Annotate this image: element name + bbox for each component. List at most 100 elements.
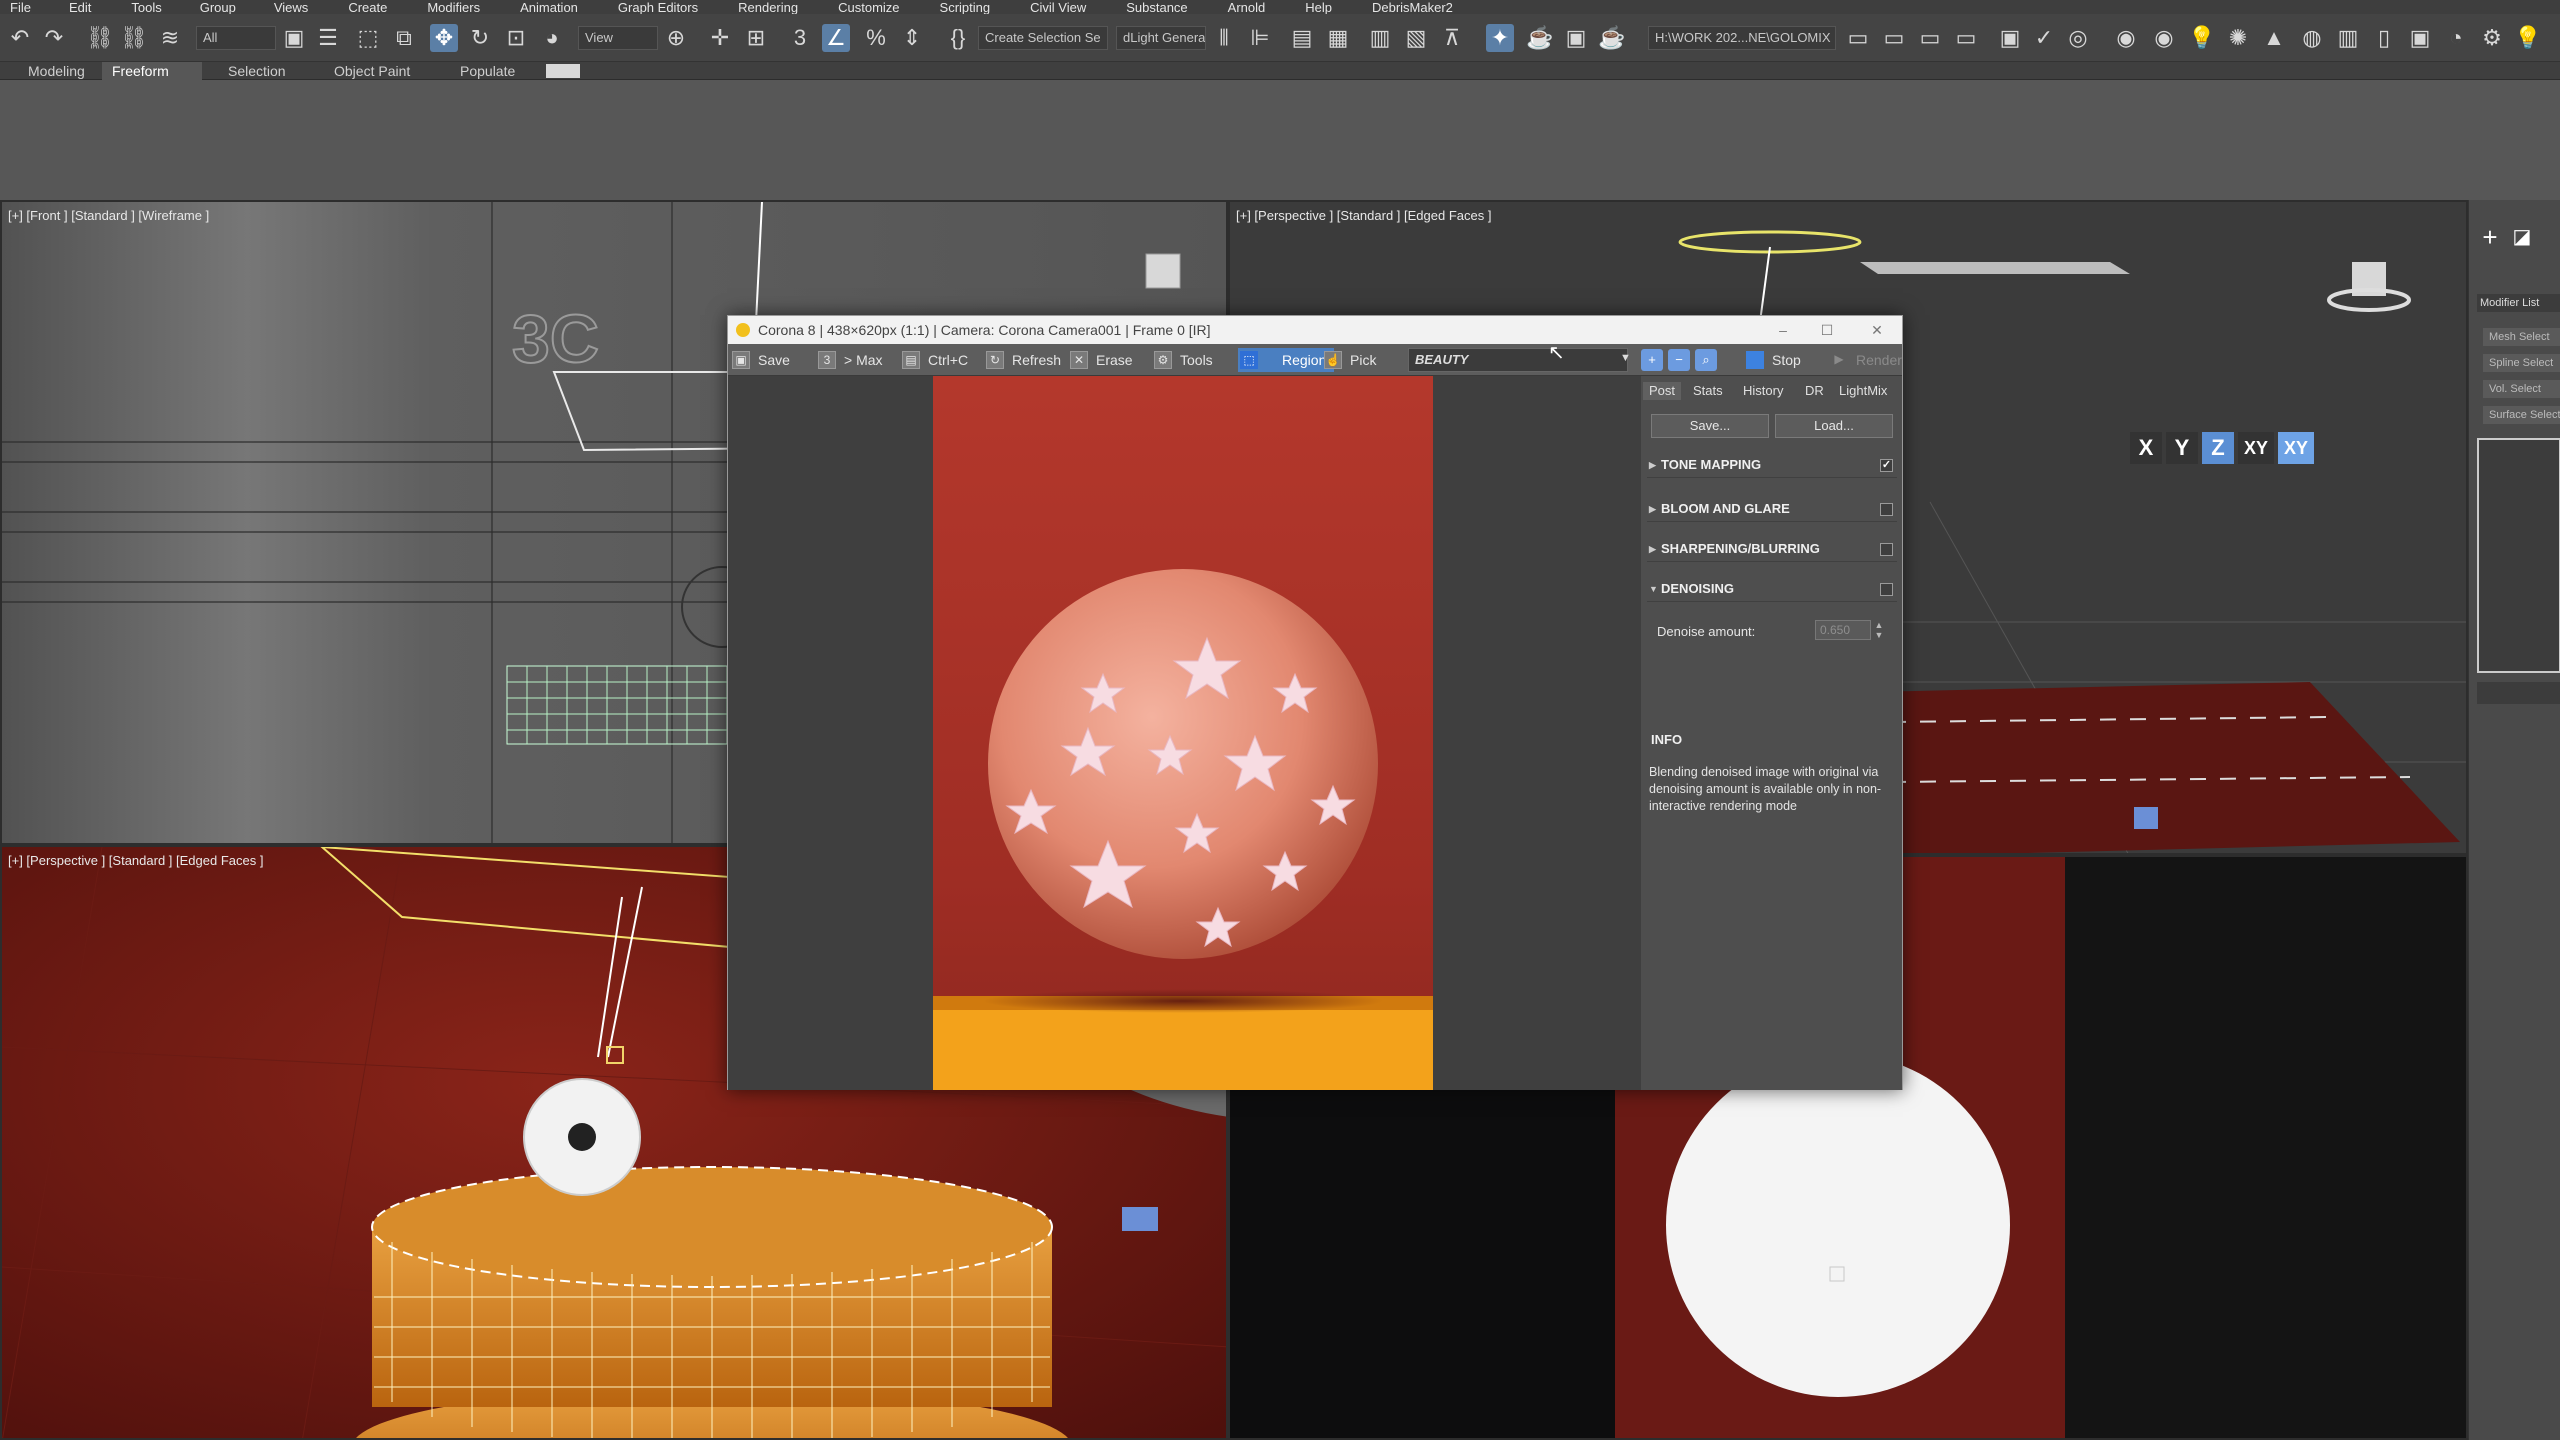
modifier-list-dropdown[interactable]: Modifier List: [2477, 294, 2560, 312]
vfb-save-button[interactable]: ▣ Save: [730, 348, 790, 372]
post-save-button[interactable]: Save...: [1651, 414, 1769, 438]
stack-controls[interactable]: [2477, 682, 2560, 704]
tab-populate[interactable]: Populate: [450, 62, 525, 80]
close-icon[interactable]: ✕: [1862, 316, 1892, 344]
vfb-stop-button[interactable]: Stop: [1744, 348, 1801, 372]
rect-selection-icon[interactable]: ⬚: [354, 24, 382, 52]
minimize-icon[interactable]: –: [1768, 316, 1798, 344]
menu-create[interactable]: Create: [348, 0, 387, 15]
front-viewport-label[interactable]: [+] [Front ] [Standard ] [Wireframe ]: [8, 208, 209, 223]
vfb-region-button[interactable]: ⬚ Region: [1238, 348, 1335, 372]
menu-help[interactable]: Help: [1305, 0, 1332, 15]
selection-filter-dropdown[interactable]: All: [196, 26, 276, 50]
tab-object-paint[interactable]: Object Paint: [324, 62, 420, 80]
project-path-dropdown[interactable]: H:\WORK 202...NE\GOLOMIX: [1648, 26, 1836, 50]
menu-customize[interactable]: Customize: [838, 0, 899, 15]
ribbon-toggle-icon[interactable]: ▥: [1366, 24, 1394, 52]
menu-tools[interactable]: Tools: [131, 0, 161, 15]
vfb-max-button[interactable]: 3 > Max: [816, 348, 883, 372]
zoom-out-icon[interactable]: −: [1668, 349, 1690, 371]
menu-modifiers[interactable]: Modifiers: [427, 0, 480, 15]
render-pass-dropdown[interactable]: BEAUTY: [1408, 348, 1628, 372]
vfb-erase-button[interactable]: ✕ Erase: [1068, 348, 1133, 372]
corona-distance-icon[interactable]: ▯: [2370, 24, 2398, 52]
angle-snap-icon[interactable]: ∠: [822, 24, 850, 52]
corona-decal-icon[interactable]: ◍: [2298, 24, 2326, 52]
corona-scatter-icon[interactable]: ▲: [2260, 24, 2288, 52]
modifier-stack[interactable]: [2477, 438, 2560, 673]
corona-interactive-icon[interactable]: ◎: [2064, 24, 2092, 52]
unlink-icon[interactable]: ⛓: [120, 24, 148, 52]
sharpening-checkbox[interactable]: [1880, 543, 1893, 556]
layer-explorer-icon[interactable]: ▦: [1324, 24, 1352, 52]
rendered-frame-window-icon[interactable]: ▣: [1562, 24, 1590, 52]
pivot-center-icon[interactable]: ⊕: [662, 24, 690, 52]
undo-icon[interactable]: ↶: [6, 24, 34, 52]
corona-camera-icon[interactable]: ◉: [2112, 24, 2140, 52]
section-denoising[interactable]: ▼ DENOISING: [1647, 576, 1897, 602]
vol-select-button[interactable]: Vol. Select: [2483, 380, 2560, 398]
menu-file[interactable]: File: [10, 0, 31, 15]
tab-post[interactable]: Post: [1643, 382, 1682, 400]
perspective-top-label[interactable]: [+] [Perspective ] [Standard ] [Edged Fa…: [1236, 208, 1491, 223]
select-move-icon[interactable]: ✥: [430, 24, 458, 52]
menu-animation[interactable]: Animation: [520, 0, 578, 15]
denoise-amount-spinner[interactable]: 0.650: [1815, 620, 1871, 640]
perspective-bottom-label[interactable]: [+] [Perspective ] [Standard ] [Edged Fa…: [8, 853, 263, 868]
save-project-icon[interactable]: ▭: [1916, 24, 1944, 52]
mesh-select-button[interactable]: Mesh Select: [2483, 328, 2560, 346]
spinner-arrows-icon[interactable]: ▲ ▼: [1873, 620, 1885, 640]
tab-lightmix[interactable]: LightMix: [1833, 382, 1893, 400]
axis-x-button[interactable]: X: [2130, 432, 2162, 464]
render-production-icon[interactable]: ☕: [1598, 24, 1626, 52]
mirror-icon[interactable]: ⫴: [1210, 24, 1238, 52]
bind-space-warp-icon[interactable]: ≋: [156, 24, 184, 52]
percent-snap-icon[interactable]: %: [862, 24, 890, 52]
archive-icon[interactable]: ▭: [1952, 24, 1980, 52]
menu-civil-view[interactable]: Civil View: [1030, 0, 1086, 15]
material-editor-icon[interactable]: ✦: [1486, 24, 1514, 52]
maximize-icon[interactable]: ☐: [1812, 316, 1842, 344]
select-rotate-icon[interactable]: ↻: [466, 24, 494, 52]
corona-tools-icon[interactable]: ⚙: [2478, 24, 2506, 52]
menu-group[interactable]: Group: [200, 0, 236, 15]
project-folder-icon[interactable]: ▭: [1880, 24, 1908, 52]
corona-lightmix-icon[interactable]: ◔: [2442, 24, 2470, 52]
tab-stats[interactable]: Stats: [1687, 382, 1729, 400]
modify-tab-icon[interactable]: ◪: [2509, 224, 2535, 250]
select-manipulate-icon[interactable]: ✛: [706, 24, 734, 52]
select-object-icon[interactable]: ▣: [280, 24, 308, 52]
menu-debrismaker[interactable]: DebrisMaker2: [1372, 0, 1453, 15]
surface-select-button[interactable]: Surface Select: [2483, 406, 2560, 424]
section-tone-mapping[interactable]: ▶ TONE MAPPING ✓: [1647, 452, 1897, 478]
vfb-tools-button[interactable]: ⚙ Tools: [1152, 348, 1213, 372]
redo-icon[interactable]: ↷: [40, 24, 68, 52]
snaps-toggle-icon[interactable]: 3: [786, 24, 814, 52]
vfb-render-button[interactable]: ▶ Render: [1828, 348, 1902, 372]
menu-arnold[interactable]: Arnold: [1228, 0, 1266, 15]
pass-dropdown-arrow-icon[interactable]: ▼: [1620, 352, 1631, 364]
tab-dr[interactable]: DR: [1799, 382, 1830, 400]
axis-xy-button[interactable]: XY: [2238, 432, 2274, 464]
menu-views[interactable]: Views: [274, 0, 308, 15]
select-by-name-icon[interactable]: ☰: [314, 24, 342, 52]
select-place-icon[interactable]: ◕: [538, 24, 566, 52]
light-generator-dropdown[interactable]: dLight Genera: [1116, 26, 1206, 50]
corona-slicer-icon[interactable]: ▥: [2334, 24, 2362, 52]
window-crossing-icon[interactable]: ⧉: [390, 24, 418, 52]
named-selection-dropdown[interactable]: Create Selection Se: [978, 26, 1108, 50]
open-project-icon[interactable]: ▭: [1844, 24, 1872, 52]
spline-select-button[interactable]: Spline Select: [2483, 354, 2560, 372]
zoom-in-icon[interactable]: +: [1641, 349, 1663, 371]
zoom-fit-icon[interactable]: ⌕: [1695, 349, 1717, 371]
corona-volume-icon[interactable]: ▣: [2406, 24, 2434, 52]
corona-light-select-icon[interactable]: 💡: [2514, 24, 2542, 52]
scene-explorer-icon[interactable]: ▤: [1288, 24, 1316, 52]
corona-vfb-icon[interactable]: ▣: [1996, 24, 2024, 52]
tab-modeling[interactable]: Modeling: [18, 62, 95, 80]
align-icon[interactable]: ⊫: [1246, 24, 1274, 52]
bloom-glare-checkbox[interactable]: [1880, 503, 1893, 516]
section-sharpening-blurring[interactable]: ▶ SHARPENING/BLURRING: [1647, 536, 1897, 562]
corona-light-icon[interactable]: 💡: [2188, 24, 2216, 52]
denoising-checkbox[interactable]: [1880, 583, 1893, 596]
